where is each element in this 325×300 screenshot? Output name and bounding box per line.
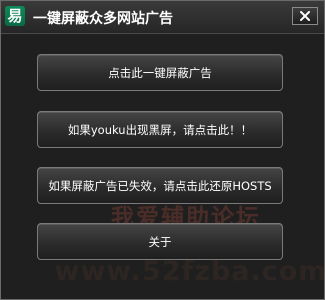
close-icon — [300, 11, 310, 21]
title-bar[interactable]: 易 一键屏蔽众多网站广告 — [1, 1, 324, 34]
about-button[interactable]: 关于 — [37, 223, 283, 260]
restore-hosts-button[interactable]: 如果屏蔽广告已失效，请点击此还原HOSTS — [37, 167, 283, 204]
app-logo-icon: 易 — [5, 6, 25, 26]
main-window: 易 一键屏蔽众多网站广告 我爱辅助论坛 www.52fzba.com 点击此一键… — [0, 0, 325, 300]
block-ads-button[interactable]: 点击此一键屏蔽广告 — [37, 54, 283, 91]
window-title: 一键屏蔽众多网站广告 — [33, 11, 173, 27]
close-button[interactable] — [292, 7, 318, 25]
youku-fix-button[interactable]: 如果youku出现黑屏，请点击此！！ — [37, 111, 283, 148]
content-area: 我爱辅助论坛 www.52fzba.com 点击此一键屏蔽广告 如果youku出… — [1, 34, 324, 299]
watermark-url: www.52fzba.com — [54, 256, 325, 287]
